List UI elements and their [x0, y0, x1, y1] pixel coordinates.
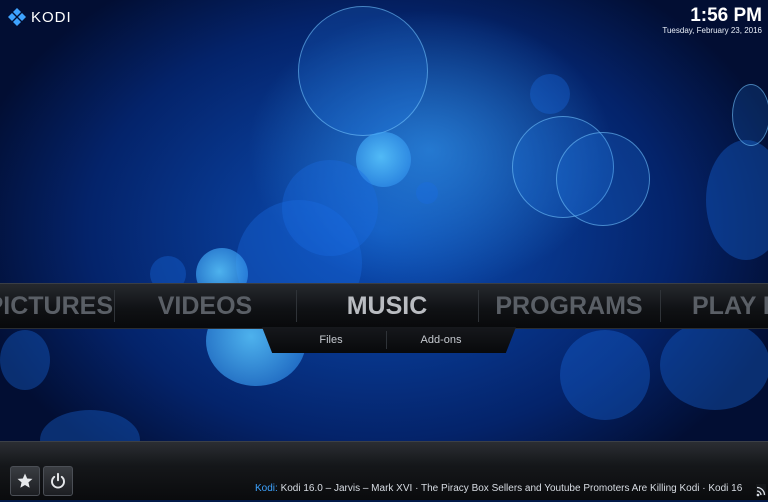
kodi-logo: KODI	[8, 8, 72, 26]
main-menu-bar: PICTURES VIDEOS MUSIC PROGRAMS PLAY DISC	[0, 283, 768, 329]
menu-item-music[interactable]: MUSIC	[297, 284, 477, 328]
news-ticker: Kodi: Kodi 16.0 – Jarvis – Mark XVI · Th…	[255, 483, 768, 497]
bokeh-circle	[556, 132, 650, 226]
submenu-item-files[interactable]: Files	[278, 327, 384, 353]
clock-date: Tuesday, February 23, 2016	[662, 26, 762, 35]
top-bar: KODI 1:56 PM Tuesday, February 23, 2016	[0, 0, 768, 40]
menu-item-programs[interactable]: PROGRAMS	[479, 284, 659, 328]
submenu-bar: Files Add-ons	[262, 327, 516, 353]
star-icon	[17, 473, 33, 488]
menu-item-pictures[interactable]: PICTURES	[0, 284, 113, 328]
menu-item-play-disc[interactable]: PLAY DISC	[692, 284, 768, 328]
power-icon	[51, 472, 65, 489]
bokeh-circle	[732, 84, 768, 146]
bokeh-circle	[282, 160, 378, 256]
bokeh-circle	[660, 320, 768, 410]
clock-time: 1:56 PM	[690, 5, 762, 26]
submenu-divider	[386, 331, 387, 349]
bokeh-circle	[530, 74, 570, 114]
kodi-logo-icon	[8, 8, 26, 26]
favourites-button[interactable]	[10, 466, 40, 496]
rss-icon	[756, 484, 766, 497]
app-name: KODI	[31, 8, 72, 26]
bokeh-circle	[0, 330, 50, 390]
power-button[interactable]	[43, 466, 73, 496]
ticker-source: Kodi:	[255, 483, 278, 494]
menu-item-videos[interactable]: VIDEOS	[115, 284, 295, 328]
bokeh-circle	[706, 140, 768, 260]
ticker-text: Kodi 16.0 – Jarvis – Mark XVI · The Pira…	[280, 483, 743, 494]
menu-divider	[660, 290, 661, 322]
bokeh-circle	[560, 330, 650, 420]
submenu-item-add-ons[interactable]: Add-ons	[388, 327, 494, 353]
bokeh-circle	[416, 182, 438, 204]
background-wallpaper	[0, 0, 768, 499]
